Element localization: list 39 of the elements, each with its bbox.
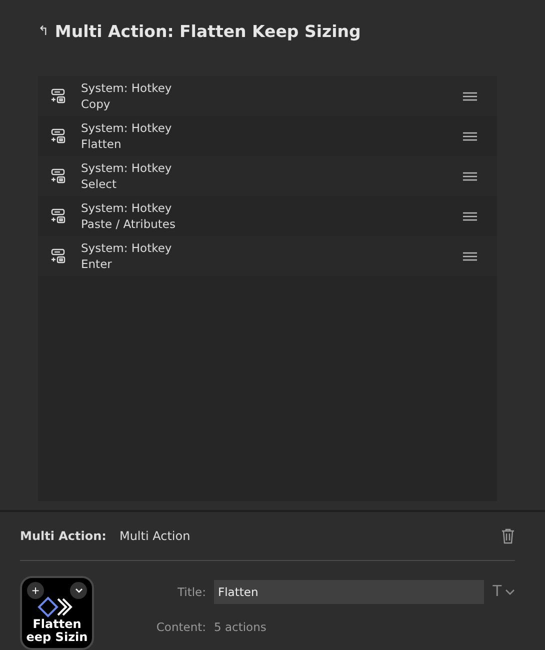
title-label: Title: — [176, 585, 206, 599]
action-name: Select — [81, 176, 116, 192]
key-text: eep Sizin — [26, 631, 88, 644]
chevron-down-icon — [74, 588, 82, 593]
action-row[interactable]: System: Hotkey Flatten — [38, 116, 497, 156]
action-title: System: Hotkey — [81, 200, 172, 216]
content-value: 5 actions — [214, 620, 268, 634]
hotkey-icon — [50, 168, 66, 184]
back-icon[interactable]: ↰ — [38, 24, 49, 38]
delete-icon[interactable] — [501, 528, 515, 544]
add-button[interactable]: + — [27, 582, 44, 599]
title-field[interactable]: Flatten — [214, 580, 484, 604]
hotkey-icon — [50, 208, 66, 224]
font-button[interactable]: T — [492, 583, 515, 601]
hotkey-icon — [50, 88, 66, 104]
action-title: System: Hotkey — [81, 240, 172, 256]
dropdown-button[interactable] — [70, 582, 87, 599]
drag-handle-icon[interactable] — [463, 252, 477, 260]
hotkey-icon — [50, 248, 66, 264]
page-title: Multi Action: Flatten Keep Sizing — [54, 22, 361, 40]
type-label: Multi Action: — [20, 529, 106, 543]
action-name: Enter — [81, 256, 112, 272]
drag-handle-icon[interactable] — [463, 132, 477, 140]
action-name: Flatten — [81, 136, 122, 152]
action-title: System: Hotkey — [81, 120, 172, 136]
key-image[interactable]: + Flatten eep Sizin — [20, 576, 94, 650]
content-label: Content: — [155, 620, 206, 634]
drag-handle-icon[interactable] — [463, 172, 477, 180]
action-name: Paste / Atributes — [81, 216, 176, 232]
key-text: Flatten — [32, 618, 82, 631]
chevron-down-icon — [505, 589, 515, 595]
action-title: System: Hotkey — [81, 160, 172, 176]
hotkey-icon — [50, 128, 66, 144]
drag-handle-icon[interactable] — [463, 92, 477, 100]
drag-handle-icon[interactable] — [463, 212, 477, 220]
action-title: System: Hotkey — [81, 80, 172, 96]
type-value: Multi Action — [119, 529, 192, 543]
action-row[interactable]: System: Hotkey Paste / Atributes — [38, 196, 497, 236]
action-name: Copy — [81, 96, 110, 112]
